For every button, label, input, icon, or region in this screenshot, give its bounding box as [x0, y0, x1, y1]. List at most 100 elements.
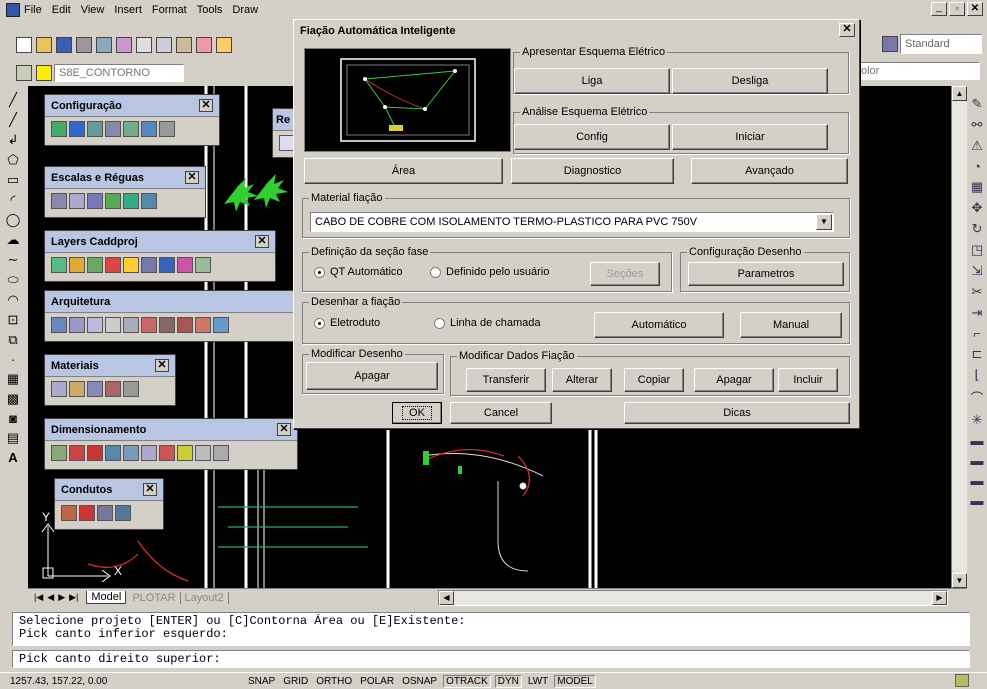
scroll-down-icon[interactable]: ▼: [952, 573, 967, 588]
secoes-button[interactable]: Seções: [590, 262, 660, 286]
dim-tool-9-icon[interactable]: [195, 445, 211, 461]
line-icon[interactable]: ╱: [9, 92, 17, 108]
vertical-scrollbar[interactable]: ▲ ▼: [951, 86, 967, 588]
point-icon[interactable]: ·: [11, 352, 15, 367]
arq-tool-5-icon[interactable]: [123, 317, 139, 333]
erase-icon[interactable]: ✎: [972, 96, 983, 112]
layer-tool-8-icon[interactable]: [177, 257, 193, 273]
rectangle-icon[interactable]: ▭: [7, 172, 19, 188]
arq-tool-9-icon[interactable]: [195, 317, 211, 333]
offset-icon[interactable]: ◔: [973, 159, 981, 174]
arq-tool-4-icon[interactable]: [105, 317, 121, 333]
palette-close-icon[interactable]: ✕: [277, 423, 291, 436]
polar-toggle[interactable]: POLAR: [358, 676, 396, 687]
layer-tool-6-icon[interactable]: [141, 257, 157, 273]
fillet-icon[interactable]: ⌒: [970, 388, 983, 407]
hscroll-right-icon[interactable]: ▶: [932, 590, 947, 605]
tab-layout2[interactable]: Layout2: [181, 591, 229, 604]
cond-tool-2-icon[interactable]: [79, 505, 95, 521]
mtext-icon[interactable]: A: [8, 450, 17, 465]
arc-icon[interactable]: ◜: [10, 192, 15, 208]
dim-tool-2-icon[interactable]: [69, 445, 85, 461]
escala-tool-3-icon[interactable]: [87, 193, 103, 209]
linha-chamada-radio[interactable]: Linha de chamada: [434, 317, 541, 329]
chevron-down-icon[interactable]: ▼: [816, 214, 832, 230]
snap-toggle[interactable]: SNAP: [246, 676, 277, 687]
mat-tool-4-icon[interactable]: [105, 381, 121, 397]
palette-close-icon[interactable]: ✕: [155, 359, 169, 372]
app-icon[interactable]: [6, 3, 20, 17]
style-icon[interactable]: [882, 36, 898, 52]
mat-tool-5-icon[interactable]: [123, 381, 139, 397]
insert-block-icon[interactable]: ⊡: [8, 312, 19, 328]
tool-c-icon[interactable]: ▬: [971, 473, 984, 488]
explode-icon[interactable]: ✳: [972, 412, 983, 428]
hscroll-left-icon[interactable]: ◀: [439, 590, 454, 605]
area-button[interactable]: Área: [304, 158, 503, 184]
mirror-icon[interactable]: ⚠: [971, 138, 983, 154]
palette-close-icon[interactable]: ✕: [143, 483, 157, 496]
apagar-desenho-button[interactable]: Apagar: [306, 362, 438, 390]
arq-tool-3-icon[interactable]: [87, 317, 103, 333]
layer-tool-5-icon[interactable]: [123, 257, 139, 273]
transferir-button[interactable]: Transferir: [466, 368, 546, 392]
palette-close-icon[interactable]: ✕: [199, 99, 213, 112]
model-toggle[interactable]: MODEL: [554, 674, 596, 688]
move-icon[interactable]: ✥: [972, 200, 983, 216]
escala-tool-5-icon[interactable]: [123, 193, 139, 209]
liga-button[interactable]: Liga: [514, 68, 670, 94]
grid-toggle[interactable]: GRID: [281, 676, 310, 687]
escala-tool-1-icon[interactable]: [51, 193, 67, 209]
mat-tool-1-icon[interactable]: [51, 381, 67, 397]
dicas-button[interactable]: Dicas: [624, 402, 850, 424]
close-icon[interactable]: ✕: [967, 2, 983, 16]
style-dropdown[interactable]: Standard: [900, 34, 982, 54]
arq-tool-2-icon[interactable]: [69, 317, 85, 333]
avancado-button[interactable]: Avançado: [691, 158, 848, 184]
menu-file[interactable]: File: [24, 4, 42, 16]
array-icon[interactable]: ▦: [971, 179, 983, 195]
color-dropdown[interactable]: olor: [856, 62, 980, 80]
ray-icon[interactable]: ╱: [9, 112, 17, 128]
osnap-toggle[interactable]: OSNAP: [400, 676, 439, 687]
layer-manager-icon[interactable]: [16, 65, 32, 81]
layer-state-icon[interactable]: [36, 65, 52, 81]
horizontal-scrollbar[interactable]: ◀ ▶: [438, 589, 948, 606]
revcloud-icon[interactable]: ☁: [7, 232, 20, 248]
tab-first-icon[interactable]: |◀: [34, 592, 43, 603]
layer-dropdown[interactable]: S8E_CONTORNO: [54, 64, 184, 82]
config-tool-2-icon[interactable]: [69, 121, 85, 137]
preview-icon[interactable]: [96, 37, 112, 53]
cond-tool-1-icon[interactable]: [61, 505, 77, 521]
paste-icon[interactable]: [176, 37, 192, 53]
tool-d-icon[interactable]: ▬: [971, 493, 984, 508]
table-icon[interactable]: ▤: [7, 430, 19, 446]
config-tool-5-icon[interactable]: [123, 121, 139, 137]
publish-icon[interactable]: [116, 37, 132, 53]
menu-draw[interactable]: Draw: [232, 4, 258, 16]
layer-tool-1-icon[interactable]: [51, 257, 67, 273]
dim-tool-10-icon[interactable]: [213, 445, 229, 461]
arq-tool-1-icon[interactable]: [51, 317, 67, 333]
config-tool-7-icon[interactable]: [159, 121, 175, 137]
diagnostico-button[interactable]: Diagnostico: [511, 158, 674, 184]
layer-tool-2-icon[interactable]: [69, 257, 85, 273]
join-icon[interactable]: ⊏: [972, 346, 983, 362]
lwt-toggle[interactable]: LWT: [526, 676, 550, 687]
polyline-icon[interactable]: ↲: [8, 132, 19, 148]
arq-tool-8-icon[interactable]: [177, 317, 193, 333]
dim-tool-6-icon[interactable]: [141, 445, 157, 461]
ortho-toggle[interactable]: ORTHO: [314, 676, 354, 687]
plot-icon[interactable]: [76, 37, 92, 53]
layer-tool-4-icon[interactable]: [105, 257, 121, 273]
chamfer-icon[interactable]: ⌊: [974, 367, 979, 383]
arq-tool-6-icon[interactable]: [141, 317, 157, 333]
iniciar-button[interactable]: Iniciar: [672, 124, 828, 150]
make-block-icon[interactable]: ⧉: [8, 332, 17, 348]
alterar-button[interactable]: Alterar: [552, 368, 612, 392]
copy-icon[interactable]: [156, 37, 172, 53]
arq-tool-7-icon[interactable]: [159, 317, 175, 333]
command-input[interactable]: Pick canto direito superior:: [12, 650, 970, 668]
desliga-button[interactable]: Desliga: [672, 68, 828, 94]
material-dropdown[interactable]: CABO DE COBRE COM ISOLAMENTO TERMO-PLAST…: [310, 212, 834, 232]
